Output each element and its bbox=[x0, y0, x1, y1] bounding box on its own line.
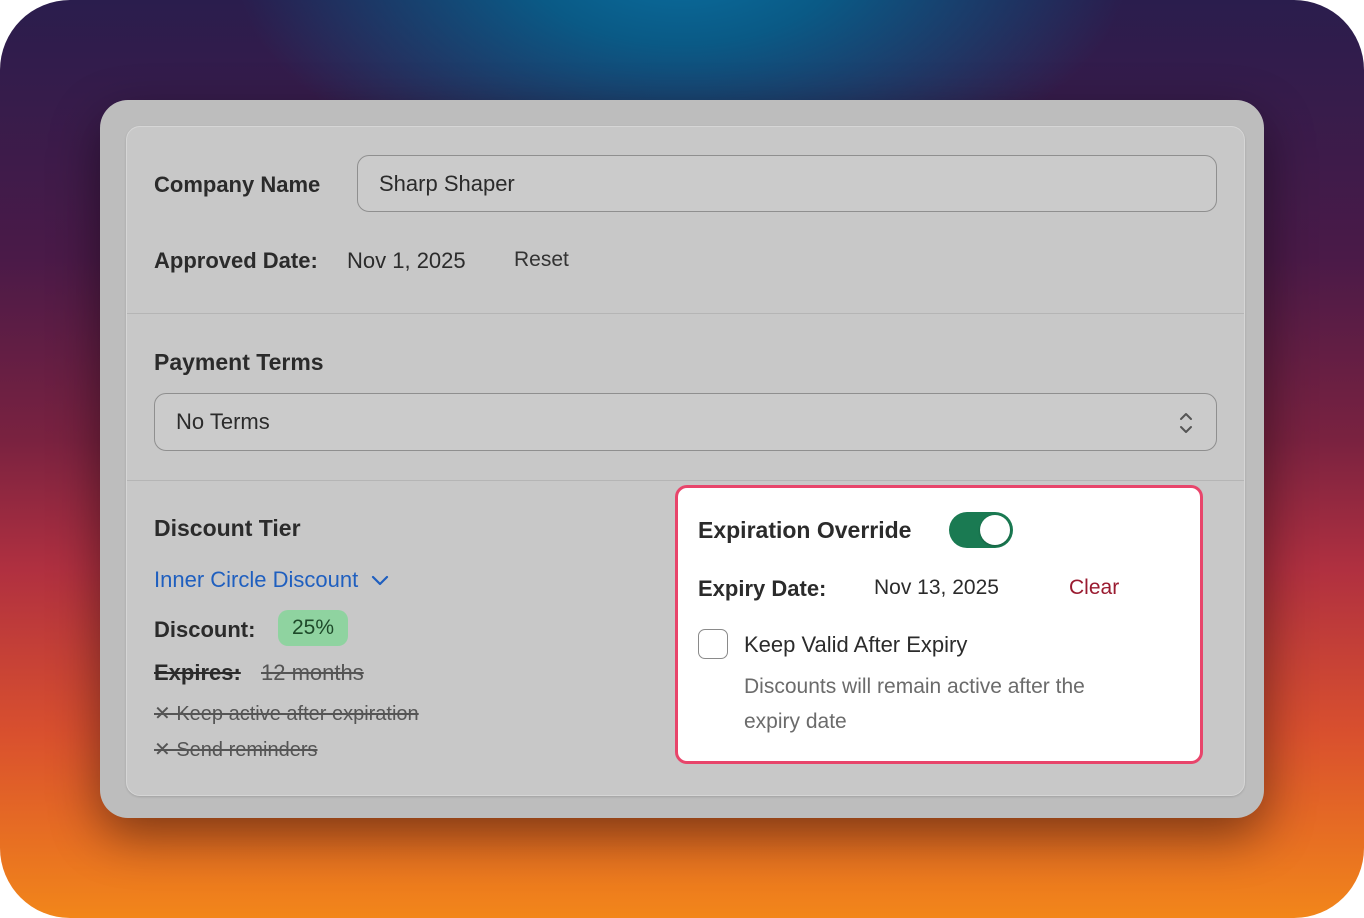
expiry-date-label: Expiry Date: bbox=[698, 576, 827, 601]
company-name-input[interactable]: Sharp Shaper bbox=[357, 155, 1217, 212]
expires-value: 12 months bbox=[261, 660, 364, 685]
dialog-window: Company Name Sharp Shaper Approved Date:… bbox=[100, 100, 1264, 818]
feature-send-reminders: ✕ Send reminders bbox=[154, 739, 318, 761]
clear-button[interactable]: Clear bbox=[1069, 576, 1119, 600]
section-divider bbox=[127, 313, 1244, 314]
toggle-knob bbox=[980, 515, 1010, 545]
company-name-label: Company Name bbox=[154, 172, 321, 197]
discount-tier-dropdown[interactable]: Inner Circle Discount bbox=[154, 567, 390, 593]
reset-button[interactable]: Reset bbox=[514, 248, 569, 272]
payment-terms-heading: Payment Terms bbox=[154, 349, 324, 375]
keep-valid-help-line-2: expiry date bbox=[744, 710, 847, 733]
chevron-down-icon bbox=[370, 573, 390, 587]
expiration-override-panel: Expiration Override Expiry Date: Nov 13,… bbox=[675, 485, 1203, 764]
feature-keep-active: ✕ Keep active after expiration bbox=[154, 703, 419, 725]
expiration-override-toggle[interactable] bbox=[949, 512, 1013, 548]
discount-tier-value: Inner Circle Discount bbox=[154, 567, 359, 592]
settings-card: Company Name Sharp Shaper Approved Date:… bbox=[126, 126, 1245, 796]
keep-valid-label[interactable]: Keep Valid After Expiry bbox=[744, 632, 967, 658]
keep-valid-checkbox[interactable] bbox=[698, 629, 728, 659]
payment-terms-select[interactable]: No Terms bbox=[154, 393, 1217, 451]
discount-badge: 25% bbox=[278, 610, 349, 646]
approved-date-value: Nov 1, 2025 bbox=[347, 248, 466, 273]
expires-label: Expires: bbox=[154, 660, 241, 685]
section-divider bbox=[127, 480, 1244, 481]
updown-chevrons-icon bbox=[1178, 410, 1194, 436]
payment-terms-value: No Terms bbox=[176, 409, 270, 434]
company-name-value: Sharp Shaper bbox=[379, 170, 515, 196]
expiration-override-title: Expiration Override bbox=[698, 517, 912, 543]
approved-date-label: Approved Date: bbox=[154, 248, 318, 273]
expiry-date-value[interactable]: Nov 13, 2025 bbox=[874, 576, 999, 600]
keep-valid-help-line-1: Discounts will remain active after the bbox=[744, 675, 1085, 698]
discount-label: Discount: bbox=[154, 617, 256, 642]
discount-tier-heading: Discount Tier bbox=[154, 515, 301, 541]
